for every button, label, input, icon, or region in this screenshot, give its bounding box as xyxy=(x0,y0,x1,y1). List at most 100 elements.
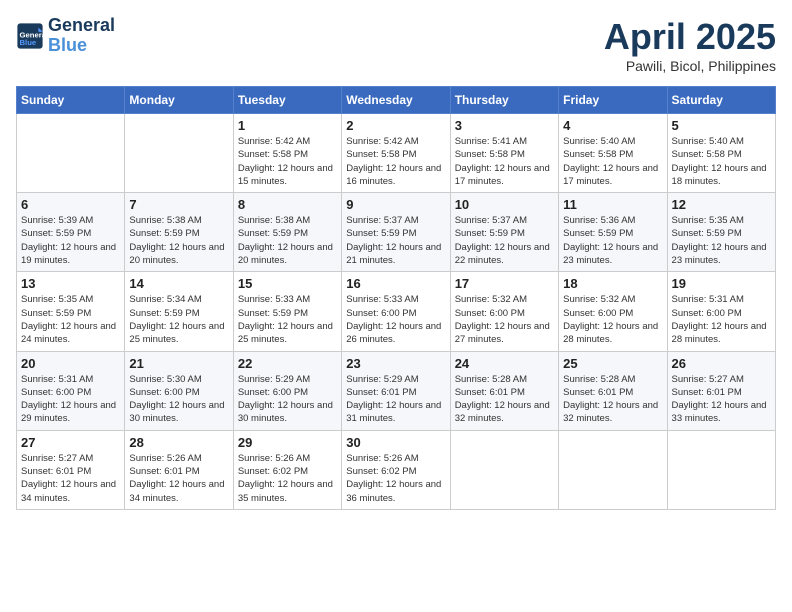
day-cell: 23 Sunrise: 5:29 AM Sunset: 6:01 PM Dayli… xyxy=(342,351,450,430)
day-cell: 12 Sunrise: 5:35 AM Sunset: 5:59 PM Dayli… xyxy=(667,193,775,272)
day-cell: 29Sunrise: 5:26 AM Sunset: 6:02 PM Dayli… xyxy=(233,430,341,509)
week-row-3: 13 Sunrise: 5:35 AM Sunset: 5:59 PM Dayli… xyxy=(17,272,776,351)
day-number: 10 xyxy=(455,197,554,212)
day-info: Sunrise: 5:32 AM Sunset: 6:00 PM Dayligh… xyxy=(455,293,554,346)
day-info: Sunrise: 5:38 AM Sunset: 5:59 PM Dayligh… xyxy=(238,214,337,267)
day-number: 18 xyxy=(563,276,662,291)
day-info: Sunrise: 5:39 AM Sunset: 5:59 PM Dayligh… xyxy=(21,214,120,267)
day-info: Sunrise: 5:40 AM Sunset: 5:58 PM Dayligh… xyxy=(563,135,662,188)
day-number: 4 xyxy=(563,118,662,133)
weekday-header-thursday: Thursday xyxy=(450,87,558,114)
day-info: Sunrise: 5:42 AM Sunset: 5:58 PM Dayligh… xyxy=(346,135,445,188)
day-info: Sunrise: 5:40 AM Sunset: 5:58 PM Dayligh… xyxy=(672,135,771,188)
calendar: SundayMondayTuesdayWednesdayThursdayFrid… xyxy=(16,86,776,510)
day-cell: 16Sunrise: 5:33 AM Sunset: 6:00 PM Dayli… xyxy=(342,272,450,351)
day-cell: 27 Sunrise: 5:27 AM Sunset: 6:01 PM Dayli… xyxy=(17,430,125,509)
day-cell: 10 Sunrise: 5:37 AM Sunset: 5:59 PM Dayli… xyxy=(450,193,558,272)
week-row-5: 27 Sunrise: 5:27 AM Sunset: 6:01 PM Dayli… xyxy=(17,430,776,509)
day-cell: 24Sunrise: 5:28 AM Sunset: 6:01 PM Dayli… xyxy=(450,351,558,430)
day-cell: 6 Sunrise: 5:39 AM Sunset: 5:59 PM Daylig… xyxy=(17,193,125,272)
day-info: Sunrise: 5:26 AM Sunset: 6:01 PM Dayligh… xyxy=(129,452,228,505)
week-row-1: 1 Sunrise: 5:42 AM Sunset: 5:58 PM Daylig… xyxy=(17,114,776,193)
weekday-header-sunday: Sunday xyxy=(17,87,125,114)
day-number: 5 xyxy=(672,118,771,133)
day-number: 14 xyxy=(129,276,228,291)
day-number: 11 xyxy=(563,197,662,212)
day-number: 30 xyxy=(346,435,445,450)
day-info: Sunrise: 5:29 AM Sunset: 6:01 PM Dayligh… xyxy=(346,373,445,426)
day-number: 25 xyxy=(563,356,662,371)
week-row-2: 6 Sunrise: 5:39 AM Sunset: 5:59 PM Daylig… xyxy=(17,193,776,272)
day-info: Sunrise: 5:34 AM Sunset: 5:59 PM Dayligh… xyxy=(129,293,228,346)
day-cell: 25 Sunrise: 5:28 AM Sunset: 6:01 PM Dayli… xyxy=(559,351,667,430)
day-cell: 18 Sunrise: 5:32 AM Sunset: 6:00 PM Dayli… xyxy=(559,272,667,351)
logo: General Blue General Blue xyxy=(16,16,115,56)
day-info: Sunrise: 5:32 AM Sunset: 6:00 PM Dayligh… xyxy=(563,293,662,346)
day-cell: 11 Sunrise: 5:36 AM Sunset: 5:59 PM Dayli… xyxy=(559,193,667,272)
day-cell: 4 Sunrise: 5:40 AM Sunset: 5:58 PM Daylig… xyxy=(559,114,667,193)
day-number: 15 xyxy=(238,276,337,291)
day-number: 23 xyxy=(346,356,445,371)
day-number: 12 xyxy=(672,197,771,212)
day-info: Sunrise: 5:29 AM Sunset: 6:00 PM Dayligh… xyxy=(238,373,337,426)
day-cell: 9 Sunrise: 5:37 AM Sunset: 5:59 PM Daylig… xyxy=(342,193,450,272)
location: Pawili, Bicol, Philippines xyxy=(604,58,776,74)
day-info: Sunrise: 5:33 AM Sunset: 5:59 PM Dayligh… xyxy=(238,293,337,346)
day-cell xyxy=(125,114,233,193)
day-info: Sunrise: 5:35 AM Sunset: 5:59 PM Dayligh… xyxy=(21,293,120,346)
day-cell: 26 Sunrise: 5:27 AM Sunset: 6:01 PM Dayli… xyxy=(667,351,775,430)
title-area: April 2025 Pawili, Bicol, Philippines xyxy=(604,16,776,74)
day-info: Sunrise: 5:35 AM Sunset: 5:59 PM Dayligh… xyxy=(672,214,771,267)
day-cell: 28 Sunrise: 5:26 AM Sunset: 6:01 PM Dayli… xyxy=(125,430,233,509)
day-cell: 15 Sunrise: 5:33 AM Sunset: 5:59 PM Dayli… xyxy=(233,272,341,351)
day-cell: 20Sunrise: 5:31 AM Sunset: 6:00 PM Dayli… xyxy=(17,351,125,430)
day-number: 28 xyxy=(129,435,228,450)
week-row-4: 20Sunrise: 5:31 AM Sunset: 6:00 PM Dayli… xyxy=(17,351,776,430)
day-number: 24 xyxy=(455,356,554,371)
logo-text: General Blue xyxy=(48,16,115,56)
day-cell: 19 Sunrise: 5:31 AM Sunset: 6:00 PM Dayli… xyxy=(667,272,775,351)
day-number: 7 xyxy=(129,197,228,212)
day-number: 19 xyxy=(672,276,771,291)
day-info: Sunrise: 5:27 AM Sunset: 6:01 PM Dayligh… xyxy=(21,452,120,505)
day-info: Sunrise: 5:30 AM Sunset: 6:00 PM Dayligh… xyxy=(129,373,228,426)
day-cell: 8 Sunrise: 5:38 AM Sunset: 5:59 PM Daylig… xyxy=(233,193,341,272)
day-info: Sunrise: 5:33 AM Sunset: 6:00 PM Dayligh… xyxy=(346,293,445,346)
day-cell: 7 Sunrise: 5:38 AM Sunset: 5:59 PM Daylig… xyxy=(125,193,233,272)
day-info: Sunrise: 5:26 AM Sunset: 6:02 PM Dayligh… xyxy=(238,452,337,505)
day-cell: 21 Sunrise: 5:30 AM Sunset: 6:00 PM Dayli… xyxy=(125,351,233,430)
day-number: 9 xyxy=(346,197,445,212)
day-info: Sunrise: 5:42 AM Sunset: 5:58 PM Dayligh… xyxy=(238,135,337,188)
day-info: Sunrise: 5:38 AM Sunset: 5:59 PM Dayligh… xyxy=(129,214,228,267)
logo-icon: General Blue xyxy=(16,22,44,50)
day-number: 27 xyxy=(21,435,120,450)
day-cell: 13 Sunrise: 5:35 AM Sunset: 5:59 PM Dayli… xyxy=(17,272,125,351)
day-cell xyxy=(559,430,667,509)
day-number: 13 xyxy=(21,276,120,291)
day-number: 6 xyxy=(21,197,120,212)
day-number: 20 xyxy=(21,356,120,371)
day-info: Sunrise: 5:26 AM Sunset: 6:02 PM Dayligh… xyxy=(346,452,445,505)
day-number: 21 xyxy=(129,356,228,371)
day-cell: 14 Sunrise: 5:34 AM Sunset: 5:59 PM Dayli… xyxy=(125,272,233,351)
day-cell: 5 Sunrise: 5:40 AM Sunset: 5:58 PM Daylig… xyxy=(667,114,775,193)
month-title: April 2025 xyxy=(604,16,776,58)
day-info: Sunrise: 5:37 AM Sunset: 5:59 PM Dayligh… xyxy=(346,214,445,267)
day-info: Sunrise: 5:37 AM Sunset: 5:59 PM Dayligh… xyxy=(455,214,554,267)
day-cell: 22Sunrise: 5:29 AM Sunset: 6:00 PM Dayli… xyxy=(233,351,341,430)
weekday-header-tuesday: Tuesday xyxy=(233,87,341,114)
day-cell: 30 Sunrise: 5:26 AM Sunset: 6:02 PM Dayli… xyxy=(342,430,450,509)
day-info: Sunrise: 5:36 AM Sunset: 5:59 PM Dayligh… xyxy=(563,214,662,267)
day-number: 1 xyxy=(238,118,337,133)
day-cell xyxy=(450,430,558,509)
day-number: 2 xyxy=(346,118,445,133)
svg-text:Blue: Blue xyxy=(20,38,37,47)
header: General Blue General Blue April 2025 Paw… xyxy=(16,16,776,74)
day-cell: 17Sunrise: 5:32 AM Sunset: 6:00 PM Dayli… xyxy=(450,272,558,351)
day-number: 26 xyxy=(672,356,771,371)
day-info: Sunrise: 5:27 AM Sunset: 6:01 PM Dayligh… xyxy=(672,373,771,426)
day-info: Sunrise: 5:28 AM Sunset: 6:01 PM Dayligh… xyxy=(563,373,662,426)
day-info: Sunrise: 5:31 AM Sunset: 6:00 PM Dayligh… xyxy=(672,293,771,346)
weekday-header-row: SundayMondayTuesdayWednesdayThursdayFrid… xyxy=(17,87,776,114)
day-number: 8 xyxy=(238,197,337,212)
